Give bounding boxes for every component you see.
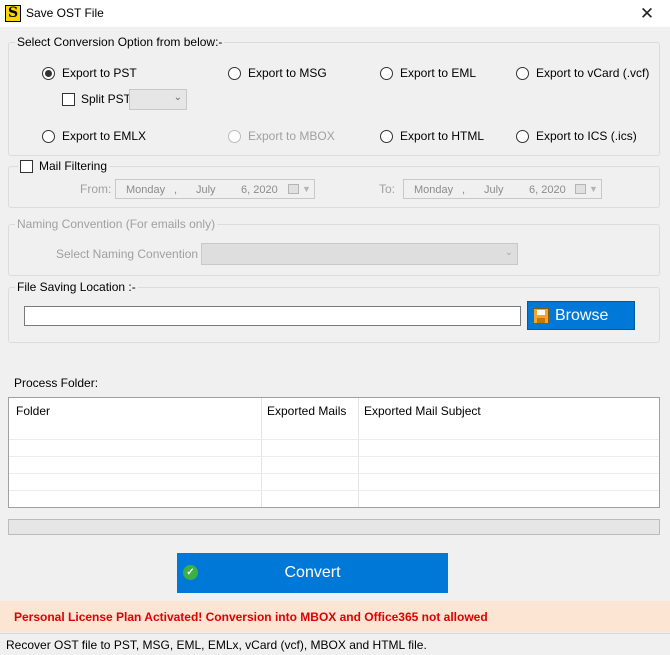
split-pst-dropdown[interactable]: ⌄ <box>129 89 187 110</box>
naming-convention-legend: Naming Convention (For emails only) <box>15 217 218 231</box>
row-divider <box>9 439 659 440</box>
close-icon[interactable]: ✕ <box>632 3 662 24</box>
column-header-exported-mails[interactable]: Exported Mails <box>267 404 346 418</box>
naming-convention-label: Select Naming Convention : <box>56 247 205 261</box>
radio-button <box>228 129 241 143</box>
from-sep: , <box>174 184 178 196</box>
chevron-down-icon: ▼ <box>589 184 598 194</box>
radio-button[interactable] <box>516 66 529 80</box>
radio-export-eml[interactable]: Export to EML <box>380 66 476 80</box>
chevron-down-icon: ▼ <box>302 184 311 194</box>
radio-export-msg[interactable]: Export to MSG <box>228 66 327 80</box>
radio-export-vcard[interactable]: Export to vCard (.vcf) <box>516 66 649 80</box>
radio-label: Export to MSG <box>248 66 327 80</box>
progress-bar <box>8 519 660 535</box>
mail-filtering-checkbox-row[interactable]: Mail Filtering <box>18 159 110 173</box>
save-path-input[interactable] <box>24 306 521 326</box>
row-divider <box>9 473 659 474</box>
column-header-exported-mail-subject[interactable]: Exported Mail Subject <box>364 404 481 418</box>
status-text: Recover OST file to PST, MSG, EML, EMLx,… <box>6 638 427 652</box>
calendar-icon <box>288 184 299 194</box>
row-divider <box>9 490 659 491</box>
radio-button[interactable] <box>42 66 55 80</box>
row-divider <box>9 456 659 457</box>
naming-convention-dropdown: ⌄ <box>201 243 518 265</box>
radio-label: Export to HTML <box>400 129 485 143</box>
radio-label: Export to MBOX <box>248 129 335 143</box>
split-pst-checkbox-row[interactable]: Split PST <box>62 92 131 106</box>
from-month: July <box>196 184 216 196</box>
convert-button[interactable]: ✓ Convert <box>177 553 448 593</box>
radio-export-emlx[interactable]: Export to EMLX <box>42 129 146 143</box>
split-pst-label: Split PST <box>81 92 132 106</box>
from-day: Monday <box>126 184 166 196</box>
from-date: 6, 2020 <box>241 184 278 196</box>
browse-label: Browse <box>555 306 609 324</box>
process-folder-label: Process Folder: <box>14 376 99 390</box>
conversion-options-legend: Select Conversion Option from below:- <box>15 35 225 49</box>
to-date-picker[interactable]: Monday , July 6, 2020 ▼ <box>403 179 602 199</box>
radio-export-ics[interactable]: Export to ICS (.ics) <box>516 129 637 143</box>
radio-button[interactable] <box>380 66 393 80</box>
license-message: Personal License Plan Activated! Convers… <box>14 610 488 624</box>
to-sep: , <box>462 184 466 196</box>
status-bar: Recover OST file to PST, MSG, EML, EMLx,… <box>0 633 670 655</box>
chevron-down-icon: ⌄ <box>504 247 513 258</box>
mail-filtering-label: Mail Filtering <box>39 159 108 173</box>
from-label: From: <box>80 182 112 196</box>
app-icon: S <box>5 5 21 22</box>
radio-label: Export to PST <box>62 66 137 80</box>
chevron-down-icon: ⌄ <box>173 92 182 103</box>
process-folder-grid[interactable]: Folder Exported Mails Exported Mail Subj… <box>8 397 660 508</box>
radio-button[interactable] <box>42 129 55 143</box>
title-bar: S Save OST File ✕ <box>0 0 670 27</box>
window-title: Save OST File <box>26 6 104 20</box>
to-label: To: <box>379 182 396 196</box>
radio-button[interactable] <box>228 66 241 80</box>
license-message-bar: Personal License Plan Activated! Convers… <box>0 601 670 632</box>
to-date: 6, 2020 <box>529 184 566 196</box>
convert-label: Convert <box>284 564 341 581</box>
radio-label: Export to ICS (.ics) <box>536 129 637 143</box>
split-pst-checkbox[interactable] <box>62 92 75 106</box>
calendar-icon <box>575 184 586 194</box>
radio-label: Export to EMLX <box>62 129 147 143</box>
radio-button[interactable] <box>380 129 393 143</box>
radio-label: Export to EML <box>400 66 477 80</box>
to-month: July <box>484 184 504 196</box>
to-day: Monday <box>414 184 454 196</box>
file-saving-legend: File Saving Location :- <box>15 280 138 294</box>
mail-filtering-checkbox[interactable] <box>20 159 33 173</box>
radio-export-pst[interactable]: Export to PST <box>42 66 137 80</box>
radio-export-mbox: Export to MBOX <box>228 129 335 143</box>
radio-button[interactable] <box>516 129 529 143</box>
browse-button[interactable]: Browse <box>527 301 635 330</box>
check-circle-icon: ✓ <box>183 565 198 580</box>
from-date-picker[interactable]: Monday , July 6, 2020 ▼ <box>115 179 315 199</box>
column-header-folder[interactable]: Folder <box>16 404 50 418</box>
floppy-disk-icon <box>533 307 549 324</box>
radio-label: Export to vCard (.vcf) <box>536 66 650 80</box>
radio-export-html[interactable]: Export to HTML <box>380 129 484 143</box>
